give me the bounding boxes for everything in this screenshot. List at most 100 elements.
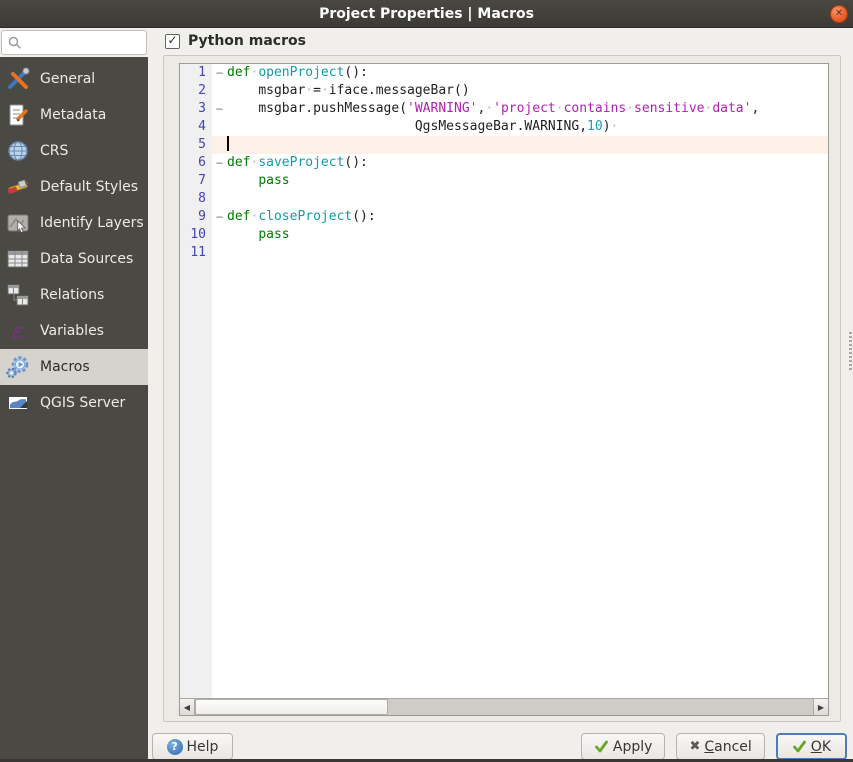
sidebar: General Metadata CRS Default Styles Identify… bbox=[0, 57, 148, 759]
sidebar-search[interactable] bbox=[1, 30, 147, 55]
line-number: 10 bbox=[180, 226, 212, 244]
line-number: 8 bbox=[180, 190, 212, 208]
code-editor[interactable]: 1− def·openProject(): 2 msgbar·=·iface.mes… bbox=[179, 63, 829, 716]
paintbrush-icon bbox=[5, 174, 31, 200]
epsilon-icon: ε bbox=[5, 318, 31, 344]
editor-line[interactable]: 2 msgbar·=·iface.messageBar() bbox=[180, 82, 828, 100]
editor-line[interactable]: 9− def·closeProject(): bbox=[180, 208, 828, 226]
sidebar-item-macros[interactable]: Macros bbox=[0, 349, 148, 385]
titlebar[interactable]: Project Properties | Macros ✕ bbox=[0, 0, 853, 28]
cross-icon: ✖ bbox=[689, 739, 701, 754]
cancel-button[interactable]: ✖ Cancel bbox=[676, 733, 765, 760]
svg-text:ε: ε bbox=[12, 319, 23, 343]
editor-line[interactable]: 3− msgbar.pushMessage('WARNING',·'projec… bbox=[180, 100, 828, 118]
fold-margin bbox=[212, 226, 227, 244]
editor-horizontal-scrollbar[interactable]: ◀ ▶ bbox=[180, 698, 828, 715]
fold-marker-icon[interactable]: − bbox=[212, 64, 227, 82]
line-number: 7 bbox=[180, 172, 212, 190]
line-number: 5 bbox=[180, 136, 212, 154]
ok-button-label: OK bbox=[810, 738, 831, 755]
scrollbar-thumb[interactable] bbox=[195, 699, 388, 715]
help-button[interactable]: ? Help bbox=[152, 733, 233, 760]
sidebar-item-crs[interactable]: CRS bbox=[0, 133, 148, 169]
fold-margin bbox=[212, 118, 227, 136]
window-title: Project Properties | Macros bbox=[319, 5, 534, 22]
fold-margin bbox=[212, 172, 227, 190]
globe-icon bbox=[5, 138, 31, 164]
sidebar-item-label: Identify Layers bbox=[40, 215, 144, 231]
apply-button[interactable]: Apply bbox=[580, 733, 666, 760]
sidebar-item-label: Relations bbox=[40, 287, 105, 303]
scroll-left-arrow-icon[interactable]: ◀ bbox=[180, 699, 195, 715]
cancel-button-label: Cancel bbox=[704, 738, 752, 755]
sidebar-item-label: CRS bbox=[40, 143, 69, 159]
code-text: msgbar·=·iface.messageBar() bbox=[258, 83, 470, 98]
sidebar-item-data-sources[interactable]: Data Sources bbox=[0, 241, 148, 277]
code-text: pass bbox=[258, 227, 290, 242]
editor-line[interactable]: 4 QgsMessageBar.WARNING,10)· bbox=[180, 118, 828, 136]
scroll-right-arrow-icon[interactable]: ▶ bbox=[813, 699, 828, 715]
fold-margin bbox=[212, 244, 227, 262]
fold-margin bbox=[212, 136, 227, 154]
server-map-icon bbox=[5, 390, 31, 416]
project-properties-dialog: Project Properties | Macros ✕ General Met… bbox=[0, 0, 853, 762]
check-icon bbox=[792, 740, 806, 753]
sidebar-item-identify-layers[interactable]: Identify Layers bbox=[0, 205, 148, 241]
line-number: 6 bbox=[180, 154, 212, 172]
fold-marker-icon[interactable]: − bbox=[212, 100, 227, 118]
editor-line[interactable]: 8 bbox=[180, 190, 828, 208]
ok-button[interactable]: OK bbox=[775, 733, 847, 760]
editor-line[interactable]: 1− def·openProject(): bbox=[180, 64, 828, 82]
sidebar-item-variables[interactable]: ε Variables bbox=[0, 313, 148, 349]
search-icon bbox=[8, 36, 21, 49]
fold-marker-icon[interactable]: − bbox=[212, 208, 227, 226]
sidebar-item-label: Variables bbox=[40, 323, 104, 339]
sidebar-item-qgis-server[interactable]: QGIS Server bbox=[0, 385, 148, 421]
code-text: def·openProject(): bbox=[227, 65, 368, 80]
data-table-icon bbox=[5, 246, 31, 272]
editor-line[interactable]: 11 bbox=[180, 244, 828, 262]
sidebar-item-label: General bbox=[40, 71, 96, 87]
gears-icon bbox=[5, 354, 31, 380]
line-number: 4 bbox=[180, 118, 212, 136]
editor-line[interactable]: 6− def·saveProject(): bbox=[180, 154, 828, 172]
sidebar-item-metadata[interactable]: Metadata bbox=[0, 97, 148, 133]
sidebar-item-label: Default Styles bbox=[40, 179, 139, 195]
code-editor-text-area[interactable]: 1− def·openProject(): 2 msgbar·=·iface.mes… bbox=[180, 64, 828, 698]
relations-icon bbox=[5, 282, 31, 308]
code-text: def·saveProject(): bbox=[227, 155, 368, 170]
fold-marker-icon[interactable]: − bbox=[212, 154, 227, 172]
editor-line[interactable]: 5 bbox=[180, 136, 828, 154]
close-button[interactable]: ✕ bbox=[830, 5, 848, 23]
python-macros-row: ✓ Python macros bbox=[165, 33, 306, 49]
macros-groupbox: 1− def·openProject(): 2 msgbar·=·iface.mes… bbox=[163, 55, 841, 722]
checkmark-icon: ✓ bbox=[167, 33, 178, 47]
python-macros-label: Python macros bbox=[188, 33, 306, 49]
sidebar-item-label: Macros bbox=[40, 359, 90, 375]
search-input[interactable] bbox=[26, 34, 142, 51]
sidebar-item-general[interactable]: General bbox=[0, 61, 148, 97]
sidebar-scrollbar[interactable] bbox=[849, 332, 852, 370]
code-text bbox=[227, 136, 828, 154]
code-text: def·closeProject(): bbox=[227, 209, 376, 224]
python-macros-checkbox[interactable]: ✓ bbox=[165, 33, 180, 49]
code-text: pass bbox=[258, 173, 290, 188]
sidebar-item-label: QGIS Server bbox=[40, 395, 126, 411]
line-number: 3 bbox=[180, 100, 212, 118]
sidebar-item-default-styles[interactable]: Default Styles bbox=[0, 169, 148, 205]
line-number: 1 bbox=[180, 64, 212, 82]
code-text: QgsMessageBar.WARNING,10)· bbox=[414, 119, 619, 134]
editor-line[interactable]: 10 pass bbox=[180, 226, 828, 244]
sidebar-item-relations[interactable]: Relations bbox=[0, 277, 148, 313]
sidebar-item-label: Data Sources bbox=[40, 251, 134, 267]
code-text: msgbar.pushMessage('WARNING',·'project·c… bbox=[258, 101, 760, 116]
line-number: 9 bbox=[180, 208, 212, 226]
dialog-buttons: Apply ✖ Cancel OK bbox=[580, 733, 847, 760]
editor-line[interactable]: 7 pass bbox=[180, 172, 828, 190]
identify-icon bbox=[5, 210, 31, 236]
line-number: 2 bbox=[180, 82, 212, 100]
tools-icon bbox=[5, 66, 31, 92]
line-number: 11 bbox=[180, 244, 212, 262]
close-icon: ✕ bbox=[834, 8, 844, 19]
